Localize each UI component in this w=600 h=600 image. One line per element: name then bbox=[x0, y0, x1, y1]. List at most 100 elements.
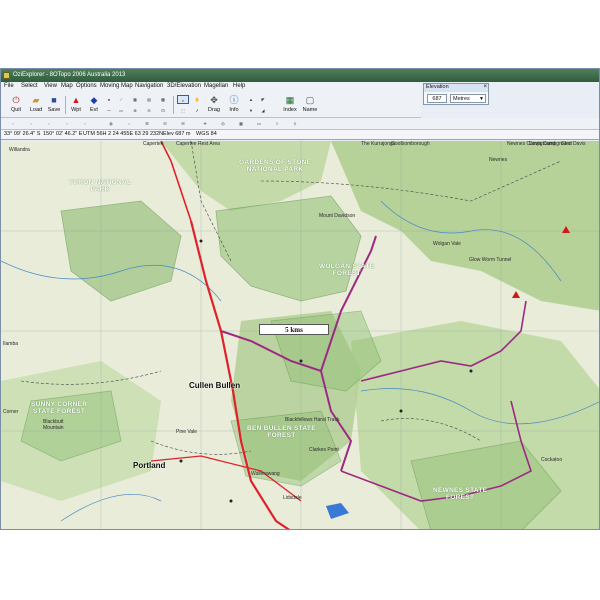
map-label: NEWNES STATE FOREST bbox=[433, 487, 488, 501]
disk-icon: ■ bbox=[51, 95, 57, 105]
elevation-value: 687 bbox=[427, 94, 447, 103]
zoom-25-icon[interactable]: ▫ bbox=[79, 119, 91, 128]
pointer-icon[interactable]: ➚ bbox=[191, 106, 203, 115]
event-button[interactable]: ◆ Evt bbox=[85, 94, 103, 116]
drag-icon: ✥ bbox=[210, 95, 218, 105]
menu-bar: File Select View Map Options Moving Map … bbox=[1, 82, 421, 92]
map-canvas[interactable]: 5 kms The Kurrajongs Capertee Capertee R… bbox=[1, 141, 599, 529]
map-label: Mount Davidson bbox=[319, 213, 356, 219]
map-label: Goolbomborough bbox=[391, 141, 430, 147]
arrow-down-icon[interactable]: ▼ bbox=[245, 106, 257, 115]
fit-icon[interactable]: ⊡ bbox=[157, 106, 169, 115]
index-button[interactable]: ▦ Index bbox=[281, 94, 299, 116]
map-label: Capertee bbox=[143, 141, 164, 147]
arrow-upright-icon[interactable]: ◤ bbox=[257, 95, 269, 104]
grid-icon[interactable]: ▦ bbox=[129, 95, 141, 104]
map-frame-icon[interactable]: ▭ bbox=[253, 119, 265, 128]
close-icon[interactable]: × bbox=[483, 84, 487, 90]
compass-icon[interactable]: ✛ bbox=[199, 119, 211, 128]
menu-3d-elevation[interactable]: 3D/Elevation bbox=[167, 83, 201, 89]
select-icon[interactable]: ⬚ bbox=[177, 106, 189, 115]
secondary-toolbar: ▫ ▫ ▫ ▫ ▫ ◍ ◌ ☰ ☷ ☵ ✛ ◎ ▦ ▭ ⌇ ⏚ bbox=[1, 118, 599, 130]
track-icon[interactable]: 〰 bbox=[103, 106, 115, 115]
arrow-up-icon[interactable]: ▲ bbox=[245, 95, 257, 104]
status-bar: 33° 09' 26.4" S 150° 02' 46.2" E UTM 56H… bbox=[1, 130, 599, 140]
menu-view[interactable]: View bbox=[44, 83, 57, 89]
map-label: TURON NATIONAL PARK bbox=[69, 179, 132, 193]
event-icon: ◆ bbox=[90, 95, 98, 105]
zoom-75-icon[interactable]: ▫ bbox=[43, 119, 55, 128]
filter-icon[interactable]: ⏚ bbox=[289, 119, 301, 128]
topo-map bbox=[1, 141, 599, 529]
map-label: Lidsdale bbox=[283, 495, 302, 501]
elevation-panel-title: Elevation bbox=[424, 84, 488, 92]
ruler-icon[interactable]: ▭ bbox=[115, 106, 127, 115]
index-icon: ▦ bbox=[285, 95, 295, 105]
map-label: Clarkes Point bbox=[309, 447, 339, 453]
map-label: Blackbutt Mountain bbox=[43, 419, 64, 431]
app-icon bbox=[3, 72, 10, 79]
zoom-out-icon[interactable]: ⊖ bbox=[143, 106, 155, 115]
map-label: Capertee Rest Area bbox=[176, 141, 220, 147]
main-toolbar: ⏻ Quit ▰ Load ■ Save ▲ Wpt ◆ Evt ● ⟋ 〰 ▭… bbox=[1, 92, 421, 118]
gps-icon[interactable]: ◍ bbox=[105, 119, 117, 128]
menu-options[interactable]: Options bbox=[76, 83, 97, 89]
quit-icon: ⏻ bbox=[12, 95, 20, 105]
map-label: BEN BULLEN STATE FOREST bbox=[247, 425, 316, 439]
map-label: Glow Worm Tunnel bbox=[469, 257, 512, 263]
map-label: Ilamba bbox=[3, 341, 19, 347]
zoom-100-icon[interactable]: ▫ bbox=[25, 119, 37, 128]
target-icon[interactable]: ◎ bbox=[217, 119, 229, 128]
waypoint-list-icon[interactable]: ☰ bbox=[141, 119, 153, 128]
route-list-icon[interactable]: ☷ bbox=[159, 119, 171, 128]
map-label: SUNNY CORNER STATE FOREST bbox=[31, 401, 88, 415]
map-label: GARDENS OF STONE NATIONAL PARK bbox=[239, 159, 312, 173]
waypoint-icon: ▲ bbox=[71, 95, 81, 105]
menu-moving-map[interactable]: Moving Map bbox=[100, 83, 133, 89]
layers-icon[interactable]: ▤ bbox=[143, 95, 155, 104]
quit-button[interactable]: ⏻ Quit bbox=[7, 94, 25, 116]
drag-button[interactable]: ✥ Drag bbox=[205, 94, 223, 116]
plot-icon[interactable]: ▩ bbox=[157, 95, 169, 104]
route-icon[interactable]: ⟋ bbox=[115, 95, 127, 104]
info-button[interactable]: ⓘ Info bbox=[225, 94, 243, 116]
map-label: Corner bbox=[3, 409, 19, 415]
save-button[interactable]: ■ Save bbox=[45, 94, 63, 116]
nav-icon[interactable]: ● bbox=[103, 95, 115, 104]
grid-toggle-icon[interactable]: ▦ bbox=[235, 119, 247, 128]
name-button[interactable]: ▢ Name bbox=[301, 94, 319, 116]
track-save-icon[interactable]: ◌ bbox=[123, 119, 135, 128]
menu-help[interactable]: Help bbox=[233, 83, 245, 89]
zoom-in-icon[interactable]: ⊕ bbox=[129, 106, 141, 115]
zoom-200-icon[interactable]: ▫ bbox=[7, 119, 19, 128]
map-label: Newnes bbox=[489, 157, 508, 163]
arrow-downright-icon[interactable]: ◢ bbox=[257, 106, 269, 115]
find-icon[interactable]: ⌕ bbox=[177, 95, 189, 104]
elevation-panel: Elevation × 687 Metres ▼ bbox=[423, 83, 489, 105]
datum-readout: WGS 84 bbox=[196, 131, 217, 137]
menu-navigation[interactable]: Navigation bbox=[135, 83, 163, 89]
map-label: Pine Vale bbox=[176, 429, 198, 435]
zoom-50-icon[interactable]: ▫ bbox=[61, 119, 73, 128]
title-bar: OziExplorer - 8OTopo 2006 Australia 2013 bbox=[1, 69, 599, 82]
event-list-icon[interactable]: ☵ bbox=[177, 119, 189, 128]
elevation-graph-icon[interactable]: ⌇ bbox=[271, 119, 283, 128]
menu-select[interactable]: Select bbox=[21, 83, 38, 89]
info-icon: ⓘ bbox=[229, 95, 239, 105]
map-label: WOLGAN STATE FOREST bbox=[319, 263, 375, 277]
longitude-readout: 150° 02' 46.2" E bbox=[43, 131, 83, 137]
chevron-down-icon: ▼ bbox=[479, 96, 484, 102]
latitude-readout: 33° 09' 26.4" S bbox=[4, 131, 41, 137]
map-label: Wallerawang bbox=[251, 471, 280, 477]
hand-icon[interactable]: ✋ bbox=[191, 95, 203, 104]
elevation-unit-select[interactable]: Metres ▼ bbox=[450, 94, 486, 103]
menu-map[interactable]: Map bbox=[61, 83, 73, 89]
scale-indicator: 5 kms bbox=[259, 324, 329, 335]
menu-magellan[interactable]: Magellan bbox=[204, 83, 228, 89]
menu-file[interactable]: File bbox=[4, 83, 14, 89]
map-label: Blackfellows Hand Track bbox=[285, 417, 340, 423]
folder-icon: ▰ bbox=[32, 95, 40, 105]
app-window: OziExplorer - 8OTopo 2006 Australia 2013… bbox=[0, 68, 600, 530]
map-label: Portland bbox=[133, 461, 166, 470]
map-label: Wolgan Vale bbox=[433, 241, 461, 247]
